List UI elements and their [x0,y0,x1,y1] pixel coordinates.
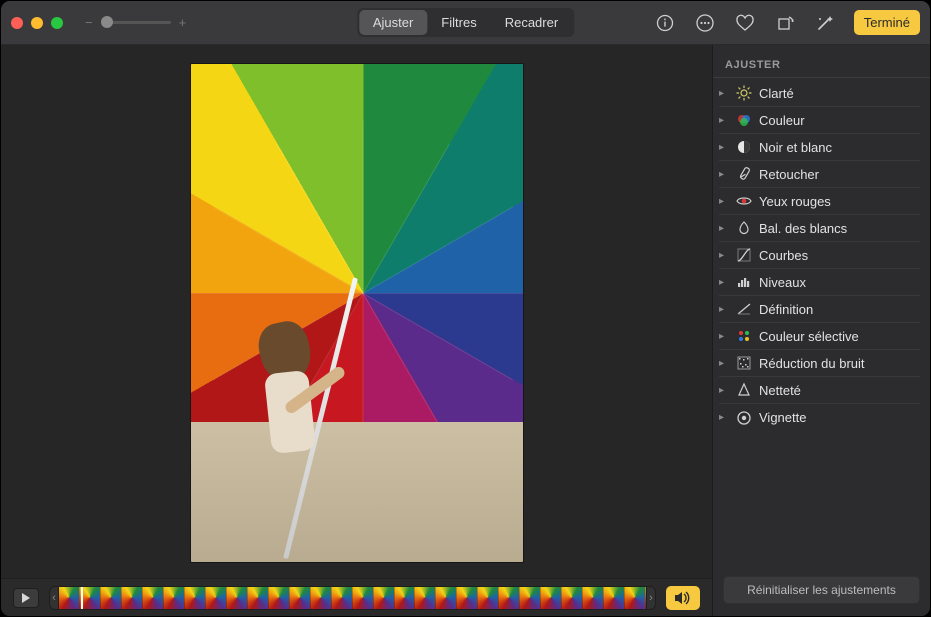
done-button[interactable]: Terminé [854,10,920,35]
zoom-thumb[interactable] [101,16,113,28]
disclosure-icon: ▸ [719,304,729,315]
photo-canvas[interactable] [1,45,712,578]
color-icon [735,111,753,129]
redeye-icon [735,192,753,210]
selcolor-icon [735,327,753,345]
close-window-button[interactable] [11,17,23,29]
body: ‹ › AJUSTER ▸ Clarté ▸ Couleur ▸ Noir et blan… [1,45,930,616]
adjustment-label: Couleur [759,113,805,128]
adjustment-row[interactable]: ▸ Vignette [719,404,920,431]
adjustment-row[interactable]: ▸ Retoucher [719,161,920,188]
main-area: ‹ › [1,45,713,616]
adjustment-row[interactable]: ▸ Courbes [719,242,920,269]
adjustment-label: Définition [759,302,813,317]
filmstrip[interactable] [59,586,646,610]
disclosure-icon: ▸ [719,142,729,153]
adjustment-row[interactable]: ▸ Bal. des blancs [719,215,920,242]
bw-icon [735,138,753,156]
adjustment-row[interactable]: ▸ Couleur [719,107,920,134]
photo-preview [191,64,523,562]
adjustment-label: Clarté [759,86,794,101]
sidebar-header: AJUSTER [713,45,930,78]
adjust-sidebar: AJUSTER ▸ Clarté ▸ Couleur ▸ Noir et blanc ▸ Re… [713,45,930,616]
adjustments-list: ▸Clarté▸Couleur▸Noir et blanc▸Retoucher▸… [713,78,930,431]
disclosure-icon: ▸ [719,358,729,369]
disclosure-icon: ▸ [719,331,729,342]
disclosure-icon: ▸ [719,196,729,207]
volume-button[interactable] [666,586,700,610]
app-window: − + Ajuster Filtres Recadrer [0,0,931,617]
adjustment-label: Bal. des blancs [759,221,847,236]
toolbar-right: Terminé [654,10,920,35]
adjustment-label: Yeux rouges [759,194,831,209]
maximize-window-button[interactable] [51,17,63,29]
wb-icon [735,219,753,237]
sharpen-icon [735,381,753,399]
disclosure-icon: ▸ [719,115,729,126]
auto-enhance-icon[interactable] [814,12,836,34]
retouch-icon [735,165,753,183]
adjustment-row[interactable]: ▸ Niveaux [719,269,920,296]
edit-mode-tabs: Ajuster Filtres Recadrer [357,8,574,37]
titlebar: − + Ajuster Filtres Recadrer [1,1,930,45]
adjustment-row[interactable]: ▸ Yeux rouges [719,188,920,215]
play-button[interactable] [13,588,39,608]
definition-icon [735,300,753,318]
adjustment-row[interactable]: ▸ Couleur sélective [719,323,920,350]
reset-adjustments-button[interactable]: Réinitialiser les ajustements [723,576,920,604]
disclosure-icon: ▸ [719,277,729,288]
rotate-icon[interactable] [774,12,796,34]
adjustment-row[interactable]: ▸ Clarté [719,80,920,107]
disclosure-icon: ▸ [719,412,729,423]
adjustment-label: Courbes [759,248,808,263]
tab-filters[interactable]: Filtres [427,10,490,35]
adjustment-label: Niveaux [759,275,806,290]
info-icon[interactable] [654,12,676,34]
adjustment-row[interactable]: ▸ Noir et blanc [719,134,920,161]
zoom-minus-label: − [85,15,93,30]
light-icon [735,84,753,102]
adjustment-label: Noir et blanc [759,140,832,155]
levels-icon [735,273,753,291]
zoom-track[interactable] [101,21,171,24]
zoom-plus-label: + [179,15,187,30]
adjustment-label: Couleur sélective [759,329,859,344]
trim-end-handle[interactable]: › [646,586,656,610]
playhead[interactable] [81,586,83,610]
disclosure-icon: ▸ [719,169,729,180]
adjustment-row[interactable]: ▸ Réduction du bruit [719,350,920,377]
vignette-icon [735,409,753,427]
adjustment-label: Retoucher [759,167,819,182]
video-timeline: ‹ › [1,578,712,616]
disclosure-icon: ▸ [719,250,729,261]
zoom-slider[interactable]: − + [85,15,186,30]
adjustment-row[interactable]: ▸ Définition [719,296,920,323]
adjustment-row[interactable]: ▸ Netteté [719,377,920,404]
disclosure-icon: ▸ [719,88,729,99]
adjustment-label: Vignette [759,410,806,425]
disclosure-icon: ▸ [719,385,729,396]
noise-icon [735,354,753,372]
more-icon[interactable] [694,12,716,34]
curves-icon [735,246,753,264]
adjustment-label: Netteté [759,383,801,398]
window-controls [11,17,63,29]
clip-strip[interactable]: ‹ › [49,586,656,610]
favorite-icon[interactable] [734,12,756,34]
disclosure-icon: ▸ [719,223,729,234]
trim-start-handle[interactable]: ‹ [49,586,59,610]
tab-adjust[interactable]: Ajuster [359,10,427,35]
adjustment-label: Réduction du bruit [759,356,865,371]
minimize-window-button[interactable] [31,17,43,29]
tab-crop[interactable]: Recadrer [491,10,572,35]
